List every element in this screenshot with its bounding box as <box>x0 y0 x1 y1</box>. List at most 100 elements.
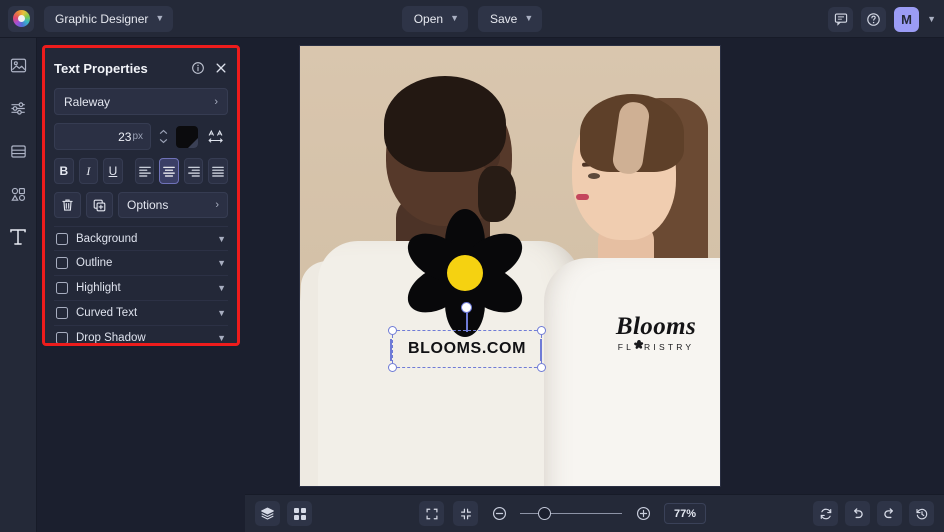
fit-to-screen-icon[interactable] <box>453 501 478 526</box>
resize-handle-top-left[interactable] <box>388 326 397 335</box>
grid-icon[interactable] <box>287 501 312 526</box>
underline-button[interactable]: U <box>103 158 123 184</box>
canvas-stage[interactable]: Blooms FL RISTRY BLOOMS.COM <box>245 38 944 494</box>
save-button[interactable]: Save ▼ <box>478 5 543 32</box>
avatar-initial: M <box>901 11 912 27</box>
italic-label: I <box>86 163 91 178</box>
section-background[interactable]: Background ▼ <box>54 226 228 251</box>
chevron-down-icon: ▼ <box>217 333 226 343</box>
font-family-value: Raleway <box>64 94 111 109</box>
chevron-down-icon: ▼ <box>217 308 226 318</box>
chevron-down-icon: ▼ <box>217 233 226 244</box>
flower-graphic[interactable] <box>399 208 531 338</box>
section-label: Curved Text <box>76 307 138 319</box>
open-label: Open <box>413 11 444 26</box>
zoom-in-icon[interactable] <box>631 502 655 526</box>
font-size-row: 23 px <box>54 123 228 150</box>
sidebar-item-adjust[interactable] <box>5 95 31 121</box>
text-properties-panel: Text Properties Raleway › 23 px B I U Op… <box>45 48 237 343</box>
align-right-button[interactable] <box>183 158 204 184</box>
woman-eye <box>588 173 600 179</box>
undo-icon[interactable] <box>845 501 870 526</box>
font-size-stepper[interactable] <box>157 129 170 144</box>
underline-label: U <box>108 164 118 178</box>
section-outline[interactable]: Outline ▼ <box>54 251 228 276</box>
sidebar-item-layouts[interactable] <box>5 138 31 164</box>
flower-center <box>447 255 483 291</box>
bottom-left-actions <box>255 501 312 526</box>
font-size-unit: px <box>132 131 143 142</box>
align-center-button[interactable] <box>159 158 179 184</box>
resize-handle-bottom-left[interactable] <box>388 363 397 372</box>
chevron-right-icon: › <box>214 95 218 108</box>
woman-tshirt <box>544 258 720 486</box>
top-bar-center-actions: Open ▼ Save ▼ <box>0 5 944 32</box>
reset-icon[interactable] <box>813 501 838 526</box>
top-bar-right-actions: M ▼ <box>828 0 936 38</box>
account-chevron-down-icon[interactable]: ▼ <box>927 14 936 24</box>
highlight-checkbox[interactable] <box>56 282 68 294</box>
zoom-controls: 77% <box>312 501 813 526</box>
comment-icon[interactable] <box>828 6 854 32</box>
section-curved-text[interactable]: Curved Text ▼ <box>54 301 228 326</box>
align-justify-button[interactable] <box>208 158 229 184</box>
woman-lips <box>576 194 589 200</box>
fullscreen-icon[interactable] <box>419 501 444 526</box>
resize-handle-bottom-right[interactable] <box>537 363 546 372</box>
open-button[interactable]: Open ▼ <box>401 5 468 32</box>
info-icon[interactable] <box>191 61 205 75</box>
avatar[interactable]: M <box>894 6 920 32</box>
panel-title: Text Properties <box>54 60 148 76</box>
zoom-out-icon[interactable] <box>487 502 511 526</box>
save-label: Save <box>490 11 518 26</box>
layers-icon[interactable] <box>255 501 280 526</box>
bold-button[interactable]: B <box>54 158 74 184</box>
close-icon[interactable] <box>214 61 228 75</box>
text-properties-panel-highlight: Text Properties Raleway › 23 px B I U Op… <box>42 45 240 346</box>
font-family-selector[interactable]: Raleway › <box>54 88 228 115</box>
section-label: Highlight <box>76 282 121 294</box>
section-drop-shadow[interactable]: Drop Shadow ▼ <box>54 326 228 343</box>
curved-text-checkbox[interactable] <box>56 307 68 319</box>
outline-checkbox[interactable] <box>56 257 68 269</box>
resize-handle-top-right[interactable] <box>537 326 546 335</box>
chevron-down-icon: ▼ <box>450 13 459 23</box>
sidebar-item-images[interactable] <box>5 52 31 78</box>
shirt-logo-subtitle: FL RISTRY <box>600 340 712 352</box>
text-color-swatch[interactable] <box>176 125 198 148</box>
zoom-slider[interactable] <box>520 506 622 522</box>
letter-spacing-icon[interactable] <box>204 125 228 149</box>
selection-bounding-box <box>388 326 546 372</box>
sidebar-item-text[interactable] <box>5 224 31 250</box>
section-highlight[interactable]: Highlight ▼ <box>54 276 228 301</box>
zoom-slider-track <box>520 512 622 515</box>
object-actions-row: Options › <box>54 192 228 218</box>
shirt-logo-sub-after: RISTRY <box>644 342 695 352</box>
font-size-value: 23 <box>118 129 132 144</box>
shirt-logo: Blooms FL RISTRY <box>600 314 712 368</box>
bottom-toolbar: 77% <box>245 494 944 532</box>
redo-icon[interactable] <box>877 501 902 526</box>
shirt-logo-sub-before: FL <box>617 342 635 352</box>
background-checkbox[interactable] <box>56 232 68 245</box>
drop-shadow-checkbox[interactable] <box>56 332 68 343</box>
artboard[interactable]: Blooms FL RISTRY BLOOMS.COM <box>300 46 720 486</box>
chevron-right-icon: › <box>215 199 219 211</box>
app-window: Graphic Designer ▼ Open ▼ Save ▼ M ▼ Tex… <box>0 0 944 532</box>
text-style-row: B I U <box>54 158 229 184</box>
help-icon[interactable] <box>861 6 887 32</box>
zoom-slider-thumb[interactable] <box>538 507 551 520</box>
align-left-button[interactable] <box>134 158 155 184</box>
flower-glyph-icon <box>633 340 644 351</box>
options-button[interactable]: Options › <box>118 192 228 218</box>
zoom-level-badge[interactable]: 77% <box>664 503 706 524</box>
history-icon[interactable] <box>909 501 934 526</box>
chevron-down-icon: ▼ <box>524 13 534 23</box>
sidebar-item-elements[interactable] <box>5 181 31 207</box>
font-size-input[interactable]: 23 px <box>54 123 151 150</box>
rotate-handle[interactable] <box>461 302 472 313</box>
history-actions <box>813 501 934 526</box>
italic-button[interactable]: I <box>78 158 99 184</box>
duplicate-icon[interactable] <box>86 192 113 218</box>
trash-icon[interactable] <box>54 192 81 218</box>
